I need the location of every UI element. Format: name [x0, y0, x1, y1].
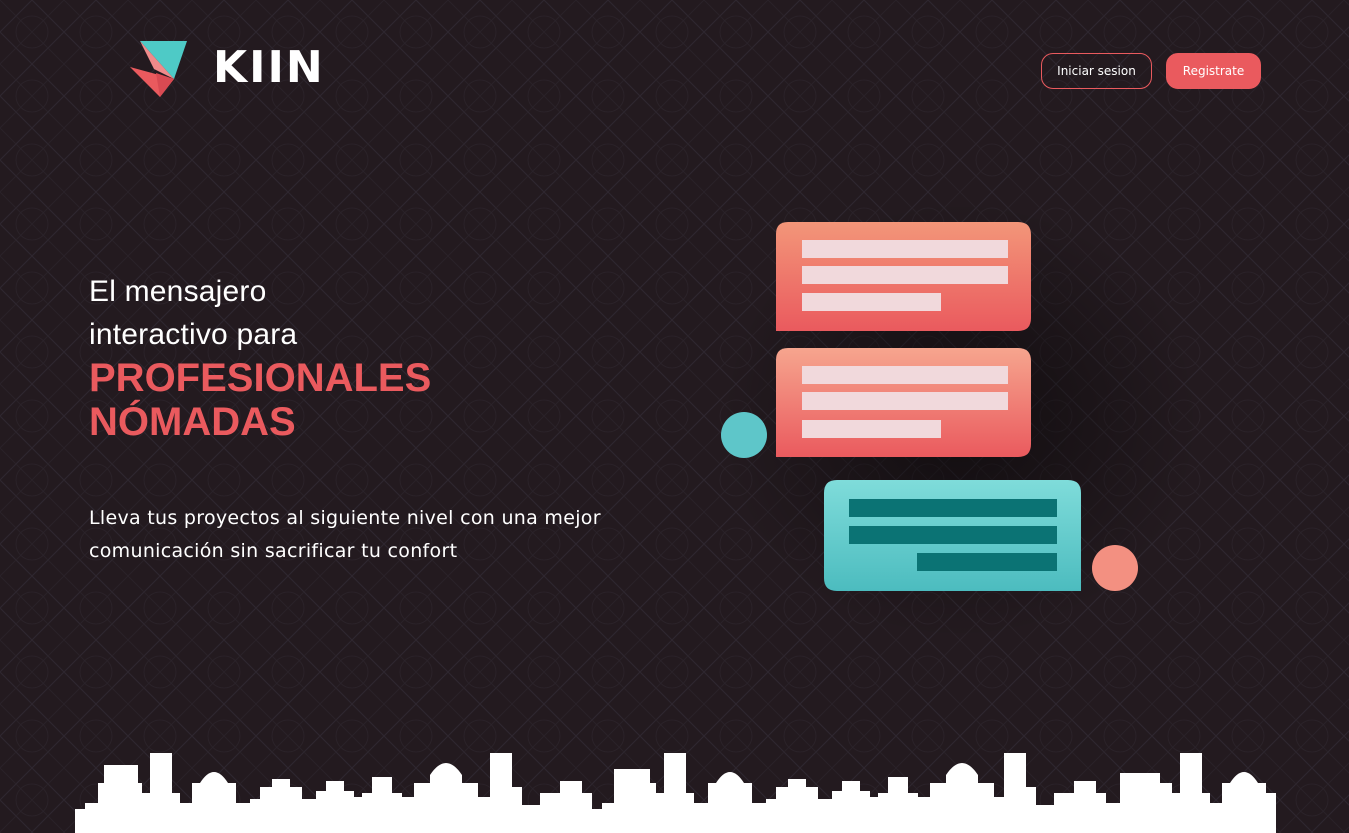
hero-subtitle: Lleva tus proyectos al siguiente nivel c… — [89, 502, 689, 568]
chat-bubble-1 — [776, 222, 1031, 331]
chat-bubble-2 — [776, 348, 1031, 457]
hero-line-1: El mensajero — [89, 275, 267, 308]
hero-accent-2: NÓMADAS — [89, 400, 296, 444]
hero-subtitle-line-2: comunicación sin sacrificar tu confort — [89, 540, 458, 562]
chat-bubble-3 — [824, 480, 1081, 591]
header-actions: Iniciar sesion Registrate — [1041, 53, 1261, 89]
hero-subtitle-line-1: Lleva tus proyectos al siguiente nivel c… — [89, 507, 601, 529]
hero-headline: El mensajero interactivo para PROFESIONA… — [89, 270, 431, 444]
register-button[interactable]: Registrate — [1166, 53, 1261, 89]
hero-line-2: interactivo para — [89, 318, 298, 351]
city-skyline-illustration — [75, 753, 1276, 833]
brand-logo[interactable]: KIIN — [130, 38, 325, 98]
paper-plane-logo-icon — [130, 41, 187, 97]
hero-accent-1: PROFESIONALES — [89, 356, 432, 400]
pink-avatar-icon — [1092, 545, 1138, 591]
login-button[interactable]: Iniciar sesion — [1041, 53, 1152, 89]
brand-name: KIIN — [213, 42, 325, 93]
teal-avatar-icon — [721, 412, 767, 458]
